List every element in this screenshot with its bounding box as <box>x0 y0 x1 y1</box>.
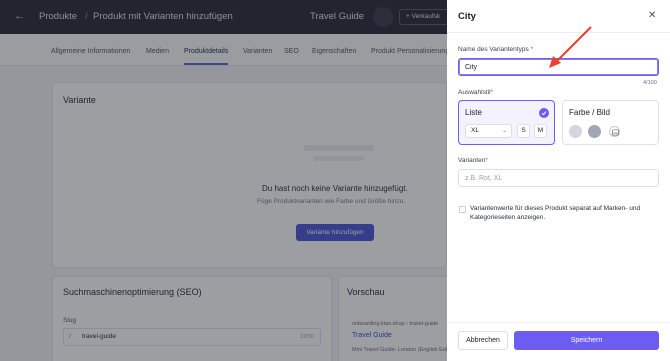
style-label-text: Auswahlstil <box>458 89 491 96</box>
list-preview-dropdown-value: XL <box>471 127 479 134</box>
drawer-header: City ✕ <box>447 0 670 33</box>
list-preview-dropdown: XL ⌄ <box>465 124 512 138</box>
list-preview-size-s: S <box>517 124 530 138</box>
required-mark: * <box>530 46 534 53</box>
variant-type-drawer: City ✕ Name des Variantentyps * 4/100 Au… <box>447 0 670 361</box>
variants-label: Varianten* <box>458 157 488 164</box>
variants-label-text: Varianten <box>458 157 486 164</box>
close-icon[interactable]: ✕ <box>648 10 656 21</box>
save-button[interactable]: Speichern <box>514 331 659 350</box>
chevron-down-icon: ⌄ <box>501 128 507 134</box>
type-name-label: Name des Variantentyps * <box>458 46 533 53</box>
type-name-counter: 4/100 <box>643 80 657 86</box>
style-option-list[interactable]: Liste XL ⌄ S M <box>458 100 555 145</box>
show-variant-values-label: Variantenwerte für dieses Produkt separa… <box>470 205 641 221</box>
variants-input[interactable] <box>458 169 659 187</box>
modal-backdrop[interactable] <box>0 0 447 361</box>
type-name-label-text: Name des Variantentyps <box>458 46 529 53</box>
checkmark-icon <box>539 108 549 118</box>
required-mark: * <box>485 157 488 164</box>
drawer-title: City <box>458 11 476 22</box>
style-option-list-title: Liste <box>465 108 482 117</box>
color-swatch-light <box>569 125 582 138</box>
required-mark: * <box>490 89 494 96</box>
style-label: Auswahlstil* <box>458 89 493 96</box>
cancel-button[interactable]: Abbrechen <box>458 331 508 350</box>
style-option-color-title: Farbe / Bild <box>569 108 610 117</box>
style-option-color-image[interactable]: Farbe / Bild <box>562 100 659 145</box>
show-variant-values-checkbox[interactable] <box>459 206 466 213</box>
image-icon <box>609 126 620 137</box>
list-preview-size-m: M <box>534 124 547 138</box>
color-swatch-dark <box>588 125 601 138</box>
type-name-input[interactable] <box>458 58 659 76</box>
